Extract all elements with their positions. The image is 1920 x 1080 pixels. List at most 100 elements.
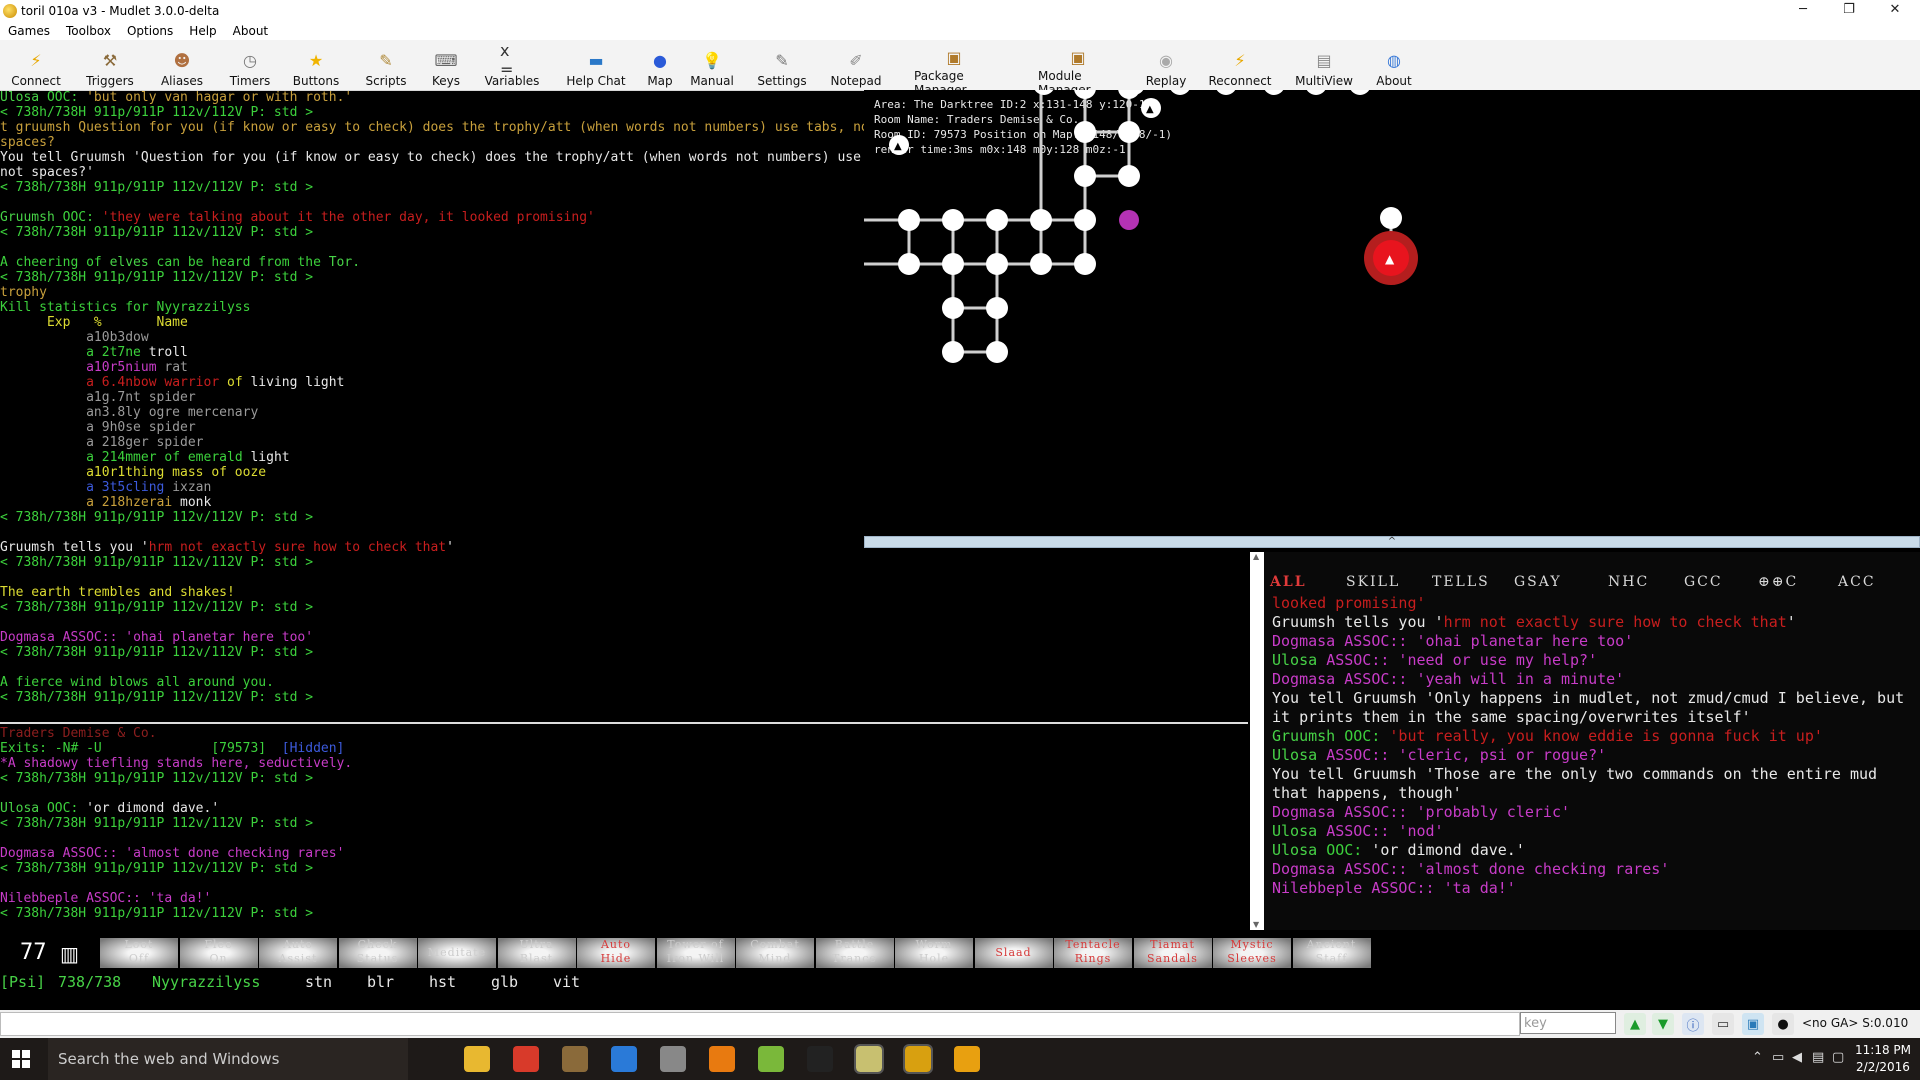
action-button-mystic-sleeves[interactable]: Mystic Sleeves	[1213, 938, 1291, 968]
action-button-tentacle-rings[interactable]: Tentacle Rings	[1054, 938, 1132, 968]
split-console[interactable]: Traders Demise & Co. Exits: -N# -U [79573…	[0, 726, 1248, 936]
visual-studio-icon[interactable]	[611, 1046, 637, 1072]
maximize-button[interactable]: ❐	[1826, 0, 1872, 22]
map-room[interactable]	[1349, 90, 1371, 95]
volume-icon[interactable]: ◀	[1792, 1050, 1802, 1065]
chat-tab-4[interactable]: NHC	[1608, 574, 1649, 590]
chat-scrollbar[interactable]: ▲ ▼	[1250, 552, 1264, 930]
chat-tab-5[interactable]: GCC	[1684, 574, 1723, 590]
toolbar-settings-button[interactable]: ✎ Settings	[742, 40, 822, 90]
toolbar-connect-button[interactable]: ⚡ Connect	[0, 40, 76, 90]
vlc-icon[interactable]	[709, 1046, 735, 1072]
mudlet-taskbar-icon[interactable]	[854, 1044, 884, 1074]
map-room[interactable]	[1074, 121, 1096, 143]
action-button-check-status[interactable]: Check Status	[338, 938, 417, 968]
toolbar-replay-button[interactable]: ◉ Replay	[1126, 40, 1206, 90]
library-icon[interactable]	[562, 1046, 588, 1072]
map-room[interactable]	[1118, 121, 1140, 143]
replay-toggle-button[interactable]: ▣	[1742, 1013, 1764, 1035]
map-room[interactable]	[1169, 90, 1191, 95]
map-room[interactable]	[1118, 165, 1140, 187]
action-button-worm-hole[interactable]: Worm Hole	[895, 938, 973, 968]
action-button-auto-hide[interactable]: Auto Hide	[577, 938, 655, 968]
chat-tab-6[interactable]: ⊕⊕C	[1758, 574, 1798, 590]
task-view-icon[interactable]	[415, 1046, 441, 1072]
action-button-tower-of-iron-will[interactable]: Tower of Iron Will	[656, 938, 735, 968]
timestamp-button[interactable]: ▭	[1712, 1013, 1734, 1035]
search-key-input[interactable]: key	[1520, 1012, 1616, 1034]
scroll-up-button[interactable]: ▲	[1624, 1013, 1646, 1035]
menu-toolbox[interactable]: Toolbox	[58, 22, 119, 40]
toolbar-package-manager-button[interactable]: ▣Package Manager	[914, 40, 994, 97]
command-input[interactable]	[0, 1012, 1520, 1036]
reload-app-icon[interactable]	[903, 1044, 933, 1074]
chat-log[interactable]: looked promising' Gruumsh tells you 'hrm …	[1272, 594, 1912, 898]
map-room[interactable]	[1074, 209, 1096, 231]
map-room[interactable]	[898, 209, 920, 231]
toolbar-buttons-button[interactable]: ★ Buttons	[276, 40, 356, 90]
action-button-auto-assist[interactable]: Auto Assist	[259, 938, 337, 968]
taskbar-clock[interactable]: 11:18 PM 2/2/2016	[1848, 1042, 1918, 1076]
map-room[interactable]	[942, 297, 964, 319]
map-room[interactable]	[942, 253, 964, 275]
action-center-icon[interactable]: ▢	[1832, 1050, 1844, 1065]
action-button-slaad[interactable]: Slaad	[974, 938, 1053, 968]
chat-tab-7[interactable]: ACC	[1838, 574, 1876, 590]
map-room[interactable]	[898, 253, 920, 275]
action-button-flee-on[interactable]: Flee On	[179, 938, 258, 968]
menu-help[interactable]: Help	[181, 22, 224, 40]
map-room[interactable]	[1074, 165, 1096, 187]
map-room[interactable]	[986, 209, 1008, 231]
map-room[interactable]	[1215, 90, 1237, 95]
notepad-plus-icon[interactable]	[758, 1046, 784, 1072]
database-icon[interactable]	[660, 1046, 686, 1072]
toolbar-triggers-button[interactable]: ⚒ Triggers	[70, 40, 150, 90]
action-button-battle-trance[interactable]: Battle Trance	[815, 938, 894, 968]
console-split-divider[interactable]	[0, 722, 1248, 724]
action-button-meditate[interactable]: Meditate	[418, 938, 496, 968]
chat-tab-3[interactable]: GSAY	[1514, 574, 1562, 590]
map-room[interactable]	[1030, 253, 1052, 275]
toolbar-reconnect-button[interactable]: ⚡ Reconnect	[1200, 40, 1280, 90]
map-room[interactable]	[986, 341, 1008, 363]
map-room[interactable]	[942, 341, 964, 363]
toolbar-notepad-button[interactable]: ✐ Notepad	[816, 40, 896, 90]
file-explorer-icon[interactable]	[464, 1046, 490, 1072]
minimize-button[interactable]: ─	[1780, 0, 1826, 22]
map-room[interactable]	[942, 209, 964, 231]
action-button-loot-off[interactable]: Loot Off	[100, 938, 178, 968]
info-button[interactable]: ⓘ	[1682, 1013, 1704, 1035]
mapper-widget[interactable]: Area: The Darktree ID:2 x:131-148 y:120-…	[864, 90, 1920, 535]
menu-games[interactable]: Games	[0, 22, 58, 40]
scroll-down-button[interactable]: ▼	[1652, 1013, 1674, 1035]
toolbar-module-manager-button[interactable]: ▣Module Manager	[1038, 40, 1118, 97]
tray-chevron-icon[interactable]: ⌃	[1752, 1050, 1763, 1065]
map-room[interactable]	[986, 297, 1008, 319]
menu-about[interactable]: About	[225, 22, 276, 40]
chat-scroll-down-icon[interactable]: ▼	[1253, 920, 1261, 930]
close-button[interactable]: ✕	[1872, 0, 1918, 22]
map-room[interactable]	[1074, 253, 1096, 275]
action-button-ultra-blast[interactable]: Ultra Blast	[497, 938, 576, 968]
map-room[interactable]	[1030, 209, 1052, 231]
chat-tab-2[interactable]: TELLS	[1432, 574, 1490, 590]
map-room[interactable]	[1033, 90, 1055, 95]
map-splitter[interactable]: ^	[864, 536, 1920, 548]
map-room[interactable]	[986, 253, 1008, 275]
map-room[interactable]	[1305, 90, 1327, 95]
taskbar-search-box[interactable]: Search the web and Windows	[48, 1038, 408, 1080]
action-button-ancient-staff[interactable]: Ancient Staff	[1292, 938, 1371, 968]
chrome-icon[interactable]	[513, 1046, 539, 1072]
menu-options[interactable]: Options	[119, 22, 181, 40]
logging-button[interactable]: ●	[1772, 1013, 1794, 1035]
chat-scroll-up-icon[interactable]: ▲	[1253, 552, 1261, 562]
toolbar-multiview-button[interactable]: ▤ MultiView	[1284, 40, 1364, 90]
map-room[interactable]	[1263, 90, 1285, 95]
mudlet-editor-icon[interactable]	[954, 1046, 980, 1072]
action-button-tiamat-sandals[interactable]: Tiamat Sandals	[1133, 938, 1212, 968]
map-canvas[interactable]: ▲ ▲ ▲	[864, 90, 1920, 535]
toolbar-variables-button[interactable]: x = Variables	[472, 40, 552, 90]
chat-tab-0[interactable]: ALL	[1270, 574, 1307, 590]
action-button-combat-mind[interactable]: Combat Mind	[736, 938, 814, 968]
windows-start-button[interactable]	[12, 1050, 30, 1068]
